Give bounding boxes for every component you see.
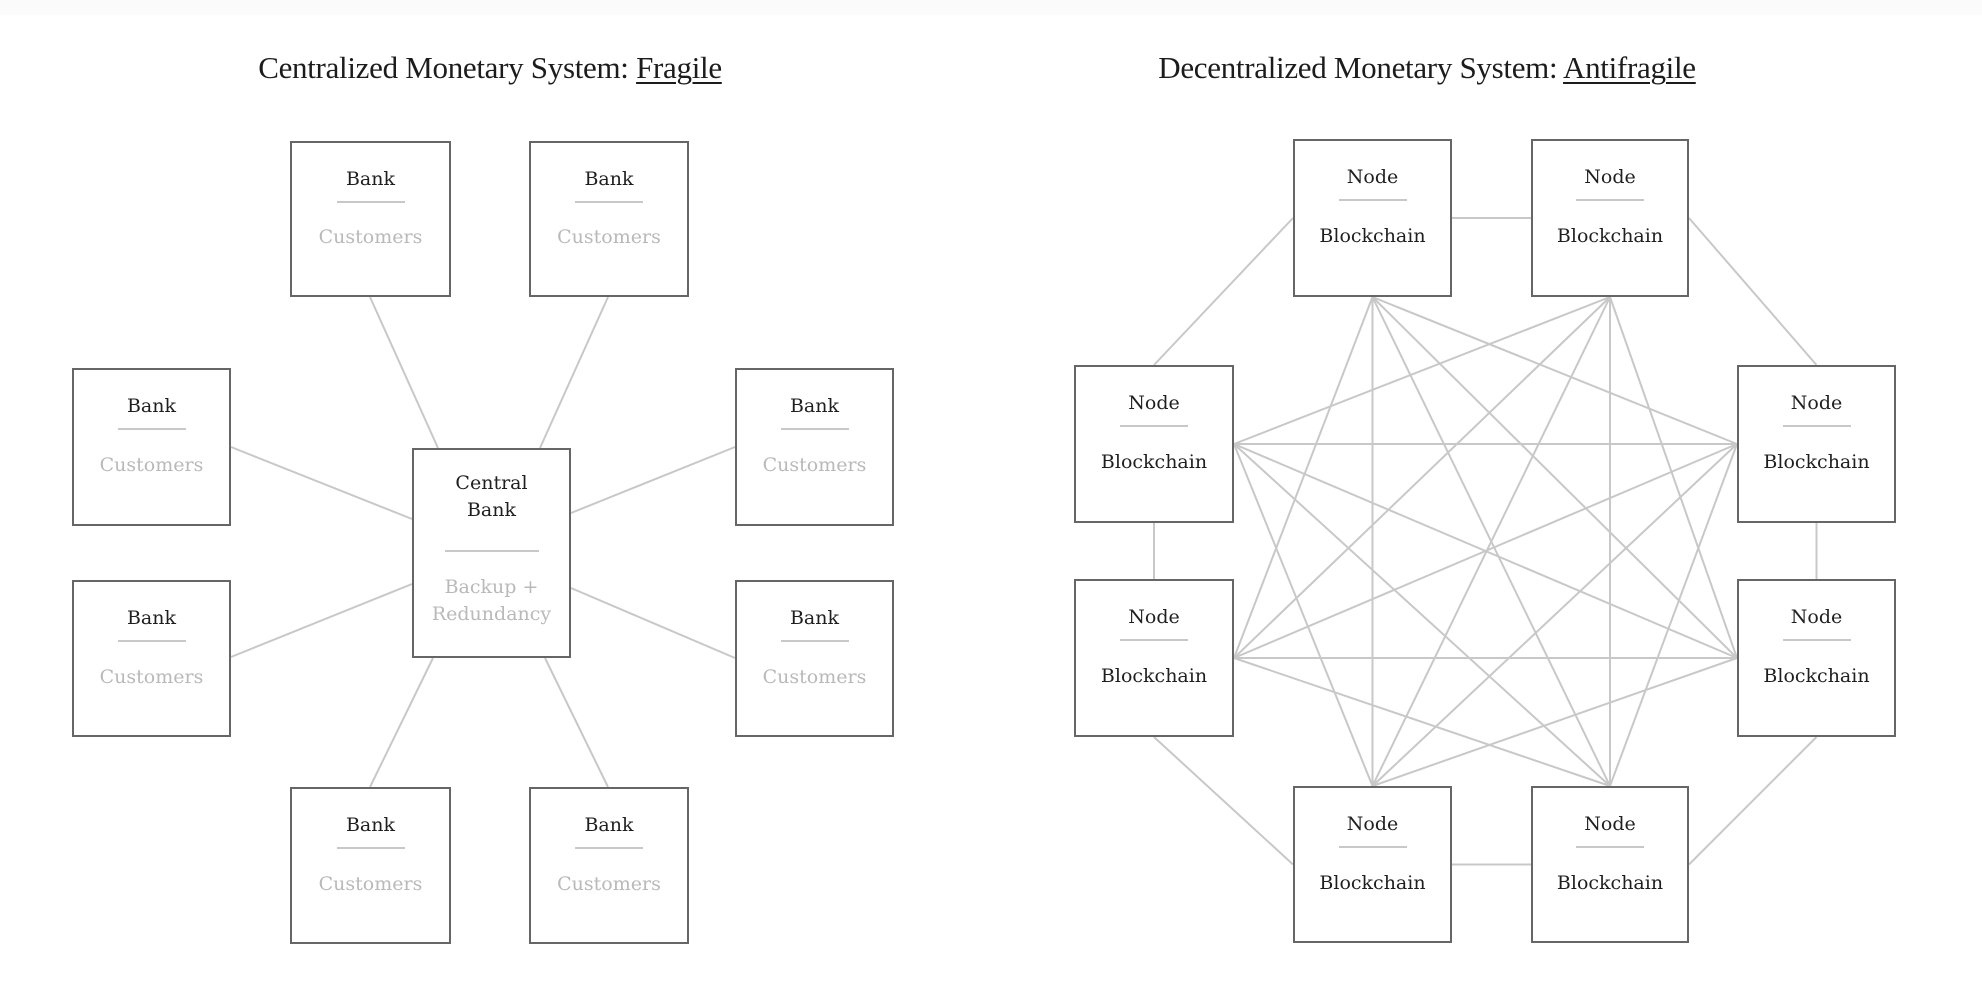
mesh-connector-top-right-right-lower [1609,296,1738,659]
box-primary-label: Bank [345,814,396,836]
ring-connector-top-right-right-upper [1688,217,1818,366]
node-box-top-left: Node Blockchain [1293,139,1452,297]
box-secondary-label: Customers [762,666,867,688]
box-secondary-label: Customers [557,873,661,895]
box-secondary-label: Blockchain [1556,872,1664,894]
box-secondary-label: Blockchain [1763,451,1870,473]
node-box-bottom-right: Node Blockchain [1531,786,1689,943]
node-box-left-upper: Node Blockchain [1074,365,1234,523]
star-connector-right-lower [570,587,736,659]
node-box-bottom-left: Node Blockchain [1293,786,1452,943]
box-divider [780,428,849,430]
bank-box-right-lower: Bank Customers [735,580,894,737]
box-primary-label: Bank [345,168,396,190]
box-divider [1120,425,1188,427]
box-divider [780,640,849,642]
ring-connector-right-lower-bottom-right [1688,736,1818,866]
bank-box-bottom-right: Bank Customers [529,787,689,944]
box-divider [336,201,405,203]
bank-box-left-upper: Bank Customers [72,368,231,526]
box-primary-label: Node [1584,813,1636,835]
box-secondary-label: Customers [762,454,867,476]
box-secondary-label: Blockchain [1100,451,1208,473]
box-secondary-label: Blockchain [1319,225,1426,247]
box-primary-label: Bank [584,168,634,190]
box-primary-label: Bank [126,607,177,629]
mesh-connector-right-upper-bottom-right [1609,443,1738,787]
box-divider [1576,199,1644,201]
box-primary-label: Bank [789,607,840,629]
star-connector-left-upper [230,446,413,520]
box-secondary-label: Blockchain [1556,225,1664,247]
star-connector-right-upper [570,446,736,514]
star-connector-left-lower [230,583,413,658]
box-primary-label: Node [1346,166,1399,188]
box-primary-label: Node [1128,392,1180,414]
ring-connector-left-upper-top-left [1153,217,1294,366]
bank-box-right-upper: Bank Customers [735,368,894,526]
box-divider [444,550,539,552]
central-bank-box: Central Bank Backup + Redundancy [412,448,571,658]
bank-box-left-lower: Bank Customers [72,580,231,737]
box-secondary-label: Customers [318,873,423,895]
ring-connector-bottom-left-left-lower [1153,736,1294,866]
box-divider [117,428,186,430]
box-divider [575,201,643,203]
box-divider [1120,639,1188,641]
box-secondary-label: Customers [99,454,204,476]
node-box-left-lower: Node Blockchain [1074,579,1234,737]
box-divider [1338,846,1407,848]
bank-box-top-right: Bank Customers [529,141,689,297]
node-box-right-upper: Node Blockchain [1737,365,1896,523]
box-primary-label: Bank [584,814,634,836]
box-divider [1576,846,1644,848]
box-secondary-label: Blockchain [1319,872,1426,894]
bank-box-bottom-left: Bank Customers [290,787,451,944]
box-primary-label: Bank [126,395,177,417]
bank-box-top-left: Bank Customers [290,141,451,297]
mesh-connector-top-left-left-lower [1233,296,1374,659]
star-connector-top-right [539,296,609,449]
box-primary-label: Bank [789,395,840,417]
box-secondary-label: Backup + Redundancy [431,576,552,625]
box-divider [336,847,405,849]
box-divider [1338,199,1407,201]
box-primary-label: Node [1790,392,1843,414]
box-primary-label: Node [1128,606,1180,628]
node-box-top-right: Node Blockchain [1531,139,1689,297]
box-divider [1782,425,1851,427]
box-secondary-label: Blockchain [1100,665,1208,687]
box-divider [117,640,186,642]
star-connector-bottom-left [369,657,434,788]
star-connector-top-left [369,296,439,449]
box-primary-label: Central Bank [455,472,528,521]
box-primary-label: Node [1346,813,1399,835]
node-box-right-lower: Node Blockchain [1737,579,1896,737]
box-primary-label: Node [1584,166,1636,188]
box-divider [575,847,643,849]
star-connector-bottom-right [544,657,609,788]
box-primary-label: Node [1790,606,1843,628]
mesh-connector-bottom-left-left-upper [1233,443,1374,787]
box-secondary-label: Customers [99,666,204,688]
box-secondary-label: Customers [318,226,423,248]
box-divider [1782,639,1851,641]
box-secondary-label: Blockchain [1763,665,1870,687]
box-secondary-label: Customers [557,226,661,248]
